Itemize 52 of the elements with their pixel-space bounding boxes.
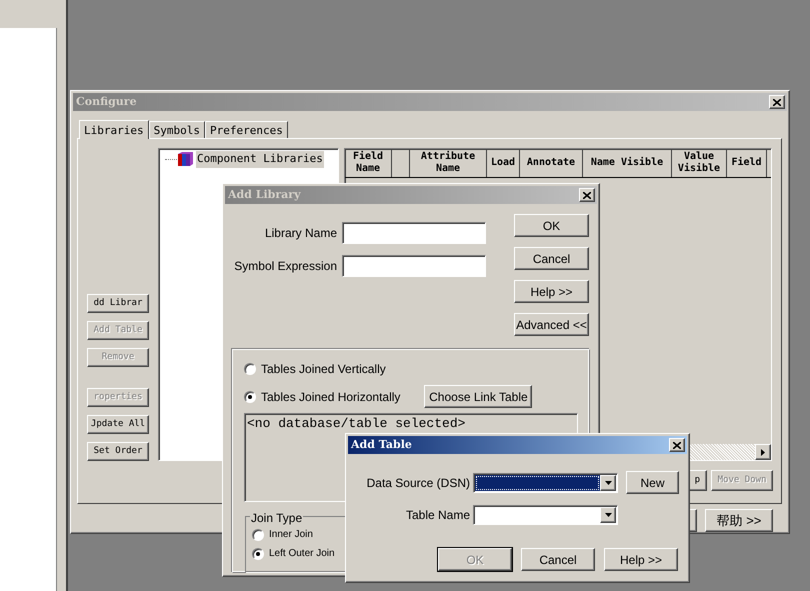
column-header[interactable]: Field	[727, 149, 767, 177]
dialog-button[interactable]: Cancel	[514, 247, 589, 270]
tab[interactable]: Preferences	[204, 121, 288, 138]
dialog-button[interactable]: Choose Link Table	[424, 385, 532, 408]
column-header[interactable]: Load	[487, 149, 520, 177]
field-label: Data Source (DSN)	[366, 474, 470, 492]
close-icon	[583, 192, 591, 198]
dropdown-arrow-icon	[604, 513, 612, 517]
close-icon	[773, 98, 781, 106]
tree-item[interactable]: Component Libraries	[196, 151, 324, 168]
radio-button[interactable]	[244, 363, 256, 375]
dialog-button[interactable]: Cancel	[521, 548, 595, 571]
radio-button[interactable]	[244, 390, 256, 402]
dialog-button[interactable]: New	[626, 471, 679, 494]
radio-label: Inner Join	[269, 528, 313, 542]
field-label: Table Name	[404, 507, 470, 524]
column-header[interactable]: Attribute Name	[410, 149, 487, 177]
close-icon	[673, 442, 681, 448]
dropdown-arrow-icon	[604, 480, 612, 484]
dialog-button[interactable]: 帮助 >>	[705, 509, 773, 532]
dialog-button[interactable]: dd Librar	[87, 294, 149, 313]
radio-label: Tables Joined Vertically	[261, 361, 386, 378]
radio-label: Left Outer Join	[269, 547, 335, 561]
combo-box[interactable]	[473, 472, 618, 492]
column-header[interactable]: Annotate	[520, 149, 583, 177]
radio-label: Tables Joined Horizontally	[261, 388, 400, 406]
input-field[interactable]	[342, 255, 486, 277]
close-button[interactable]	[579, 188, 595, 202]
combo-box[interactable]	[473, 505, 618, 525]
window-title: Add Library	[228, 186, 300, 203]
dialog-button[interactable]: OK	[514, 214, 589, 237]
window-title: Configure	[76, 94, 137, 110]
close-button[interactable]	[769, 95, 785, 109]
dialog-button[interactable]: Help >>	[514, 280, 589, 303]
field-label: Library Name	[264, 225, 337, 242]
field-label: Symbol Expression	[234, 258, 337, 275]
column-header[interactable]: Value Visible	[672, 149, 727, 177]
input-field[interactable]	[342, 222, 486, 244]
window-title: Add Table	[351, 436, 412, 453]
radio-button[interactable]	[252, 528, 264, 540]
dialog-button[interactable]: Advanced <<	[514, 313, 589, 336]
right-arrow-icon	[761, 448, 765, 456]
books-icon	[177, 152, 194, 167]
close-button[interactable]	[669, 438, 685, 452]
tab[interactable]: Libraries	[79, 120, 149, 139]
dialog-button[interactable]: Help >>	[604, 548, 678, 571]
column-header[interactable]: Field Name	[345, 149, 392, 177]
column-header[interactable]: Name Visible	[583, 149, 672, 177]
tab[interactable]: Symbols	[148, 121, 205, 138]
dialog-button[interactable]: Set Order	[87, 442, 149, 461]
radio-button[interactable]	[252, 548, 264, 560]
dialog-button[interactable]: Jpdate All	[87, 415, 149, 434]
